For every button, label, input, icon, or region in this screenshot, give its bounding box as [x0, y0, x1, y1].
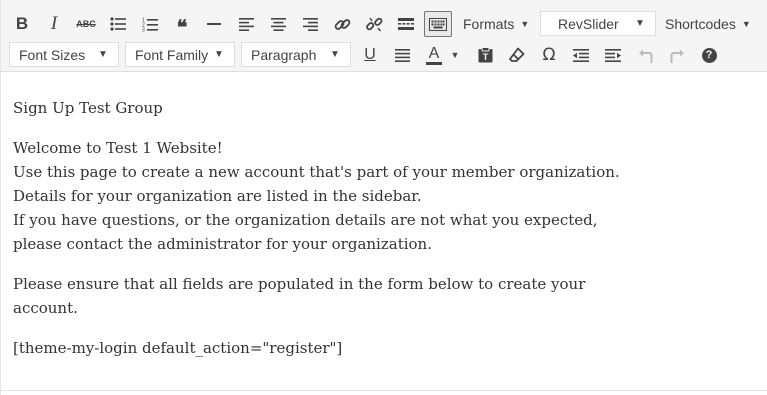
font-sizes-select[interactable]: Font Sizes ▼ — [9, 42, 119, 67]
content-line: Please ensure that all fields are popula… — [13, 275, 586, 293]
redo-button[interactable] — [664, 40, 690, 70]
caret-down-icon: ▼ — [330, 49, 340, 60]
paragraph-select[interactable]: Paragraph ▼ — [241, 42, 351, 67]
strikethrough-button[interactable]: ABC — [73, 9, 99, 39]
editor-toolbar: B I ABC 123 ❝ Formats ▼ RevSlider ▼ Shor… — [1, 0, 767, 72]
bold-button[interactable]: B — [9, 9, 35, 39]
content-line: please contact the administrator for you… — [13, 235, 432, 253]
numbered-list-icon: 123 — [142, 17, 158, 32]
justify-button[interactable] — [389, 40, 415, 70]
content-title-line: Sign Up Test Group — [13, 99, 163, 117]
indent-icon — [605, 48, 621, 62]
text-color-letter: A — [428, 44, 440, 62]
text-color-dropdown[interactable]: ▼ — [447, 40, 463, 70]
caret-down-icon: ▼ — [450, 50, 460, 60]
shortcodes-menu-button[interactable]: Shortcodes ▼ — [665, 9, 751, 39]
text-color-swatch — [426, 61, 442, 65]
horizontal-line-icon — [207, 23, 221, 25]
insert-link-button[interactable] — [329, 9, 355, 39]
caret-down-icon: ▼ — [635, 18, 645, 29]
formats-menu-button[interactable]: Formats ▼ — [463, 9, 529, 39]
editor-bottom-border — [1, 390, 767, 391]
link-icon — [334, 18, 350, 30]
caret-down-icon: ▼ — [98, 49, 108, 60]
caret-down-icon: ▼ — [214, 49, 224, 60]
numbered-list-button[interactable]: 123 — [137, 9, 163, 39]
horizontal-line-button[interactable] — [201, 9, 227, 39]
align-center-button[interactable] — [265, 9, 291, 39]
paste-as-text-button[interactable]: T — [472, 40, 498, 70]
read-more-icon — [398, 18, 414, 30]
formats-label: Formats — [463, 16, 515, 32]
underline-button[interactable]: U — [357, 40, 383, 70]
align-right-icon — [302, 17, 318, 31]
font-sizes-label: Font Sizes — [19, 46, 86, 63]
unlink-icon — [365, 17, 382, 31]
eraser-icon — [509, 47, 525, 62]
undo-icon — [638, 49, 652, 63]
svg-text:3: 3 — [142, 27, 145, 32]
align-center-icon — [270, 17, 286, 31]
redo-icon — [670, 49, 684, 63]
insert-more-button[interactable] — [393, 9, 419, 39]
italic-button[interactable]: I — [41, 9, 67, 39]
bold-icon: B — [15, 14, 29, 33]
content-line: Use this page to create a new account th… — [13, 163, 620, 181]
font-family-label: Font Family — [135, 46, 209, 63]
shortcodes-label: Shortcodes — [665, 16, 736, 32]
keyboard-icon — [429, 17, 447, 31]
caret-down-icon: ▼ — [520, 19, 530, 29]
underline-icon: U — [364, 46, 376, 63]
align-justify-icon — [394, 48, 410, 62]
clear-formatting-button[interactable] — [504, 40, 530, 70]
toolbar-toggle-button[interactable] — [424, 11, 452, 37]
bulleted-list-icon — [110, 17, 126, 31]
omega-icon: Ω — [542, 45, 556, 65]
remove-link-button[interactable] — [361, 9, 387, 39]
toolbar-row-2: Font Sizes ▼ Font Family ▼ Paragraph ▼ U… — [1, 40, 767, 70]
content-line: Details for your organization are listed… — [13, 187, 422, 205]
outdent-icon — [573, 48, 589, 62]
align-right-button[interactable] — [297, 9, 323, 39]
special-character-button[interactable]: Ω — [536, 40, 562, 70]
content-line: account. — [13, 299, 78, 317]
italic-icon: I — [50, 13, 58, 34]
blockquote-button[interactable]: ❝ — [169, 9, 195, 39]
editor-content[interactable]: Sign Up Test Group Welcome to Test 1 Web… — [13, 96, 753, 360]
text-color-icon: A — [426, 44, 442, 65]
caret-down-icon: ▼ — [741, 19, 751, 29]
text-color-button[interactable]: A — [421, 40, 447, 70]
toolbar-row-1: B I ABC 123 ❝ Formats ▼ RevSlider ▼ Shor… — [1, 9, 767, 39]
paragraph-label: Paragraph — [251, 46, 317, 63]
svg-text:T: T — [482, 52, 488, 62]
decrease-indent-button[interactable] — [568, 40, 594, 70]
align-left-icon — [238, 17, 254, 31]
bulleted-list-button[interactable] — [105, 9, 131, 39]
blockquote-icon: ❝ — [176, 15, 188, 39]
revslider-select[interactable]: RevSlider ▼ — [540, 11, 656, 36]
content-welcome: Welcome to Test 1 Website! — [13, 139, 223, 157]
strikethrough-icon: ABC — [76, 19, 96, 29]
content-line: If you have questions, or the organizati… — [13, 211, 598, 229]
revslider-label: RevSlider — [558, 15, 619, 32]
keyboard-shortcuts-help-button[interactable]: ? — [696, 40, 722, 70]
undo-button[interactable] — [632, 40, 658, 70]
content-shortcode: [theme-my-login default_action="register… — [13, 339, 343, 357]
font-family-select[interactable]: Font Family ▼ — [125, 42, 235, 67]
wysiwyg-editor: B I ABC 123 ❝ Formats ▼ RevSlider ▼ Shor… — [0, 0, 767, 395]
align-left-button[interactable] — [233, 9, 259, 39]
help-icon-glyph: ? — [705, 48, 713, 61]
paste-text-icon: T — [478, 47, 492, 63]
increase-indent-button[interactable] — [600, 40, 626, 70]
help-icon: ? — [701, 47, 717, 63]
